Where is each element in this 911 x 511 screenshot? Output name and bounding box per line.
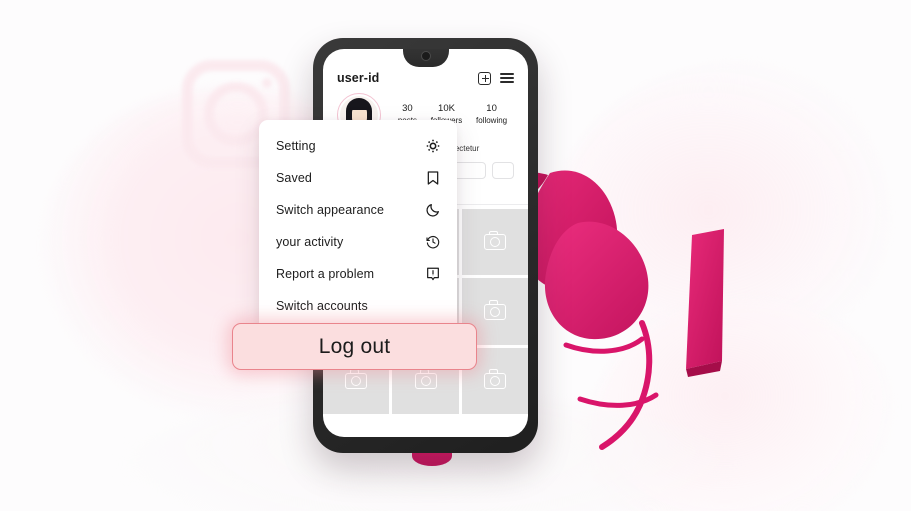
stat-following[interactable]: 10 following <box>476 103 507 127</box>
menu-item-your-activity[interactable]: your activity <box>259 226 457 258</box>
discover-people-button[interactable] <box>492 162 514 179</box>
camera-icon <box>483 369 506 389</box>
switch-accounts-icon <box>425 298 441 314</box>
screenshot-canvas: user-id 30 posts <box>0 0 911 511</box>
log-out-button[interactable]: Log out <box>232 323 477 370</box>
menu-item-label: Report a problem <box>276 267 375 281</box>
camera-icon <box>345 369 368 389</box>
stat-followers-value: 10K <box>438 103 455 115</box>
menu-item-report-a-problem[interactable]: Report a problem <box>259 258 457 290</box>
menu-item-label: Switch accounts <box>276 299 368 313</box>
grid-tile[interactable] <box>461 209 528 276</box>
camera-icon <box>414 369 437 389</box>
alert-bubble-icon <box>425 266 441 282</box>
hamburger-menu-icon[interactable] <box>500 73 514 83</box>
log-out-label: Log out <box>318 334 391 358</box>
plus-square-icon[interactable] <box>478 71 491 85</box>
menu-item-label: your activity <box>276 235 344 249</box>
menu-item-saved[interactable]: Saved <box>259 162 457 194</box>
settings-dropdown-menu: Setting Saved Switch appearance your act… <box>259 120 457 332</box>
stat-posts-value: 30 <box>402 103 413 115</box>
menu-item-label: Switch appearance <box>276 203 385 217</box>
gear-icon <box>425 138 441 154</box>
front-camera-lens-icon <box>420 51 431 61</box>
menu-item-switch-appearance[interactable]: Switch appearance <box>259 194 457 226</box>
stat-following-label: following <box>476 116 508 125</box>
moon-icon <box>425 202 441 218</box>
camera-icon <box>483 300 506 320</box>
menu-item-setting[interactable]: Setting <box>259 130 457 162</box>
header-icon-group <box>478 71 514 85</box>
menu-item-label: Saved <box>276 171 312 185</box>
stat-following-value: 10 <box>486 103 497 115</box>
avatar-fringe <box>349 102 369 110</box>
clock-icon <box>425 234 441 250</box>
username-label: user-id <box>337 71 380 85</box>
bookmark-icon <box>425 170 441 186</box>
menu-item-switch-accounts[interactable]: Switch accounts <box>259 290 457 322</box>
camera-icon <box>483 230 506 251</box>
menu-item-label: Setting <box>276 139 316 153</box>
